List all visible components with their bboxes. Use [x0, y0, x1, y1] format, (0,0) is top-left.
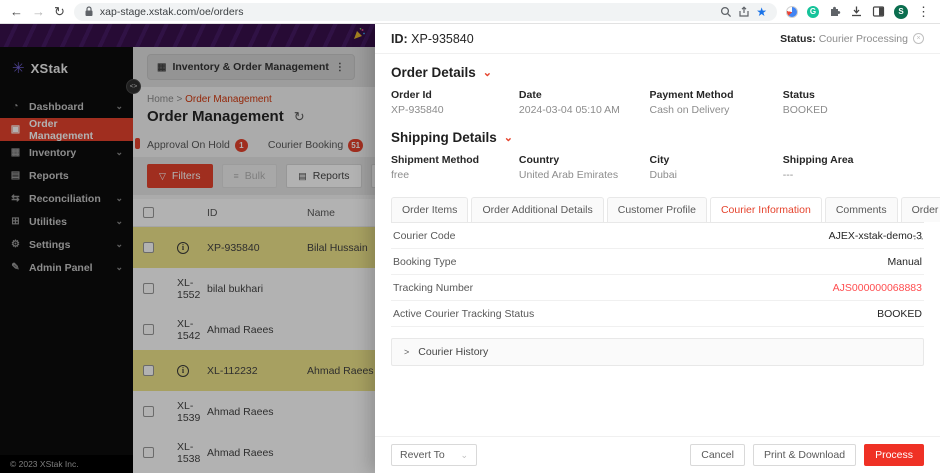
field-label: Status [782, 89, 815, 101]
drawer-tab[interactable]: Comments [824, 197, 898, 222]
shipping-details-fields: Shipment Method free Country United Arab… [391, 154, 924, 181]
revert-to-select[interactable]: Revert To ⌄ [391, 444, 477, 466]
bookmark-star-icon[interactable]: ★ [756, 5, 767, 19]
order-details-fields: Order Id XP-935840 Date 2024-03-04 05:10… [391, 89, 924, 116]
browser-back-icon[interactable]: ← [10, 5, 23, 18]
browser-forward-icon[interactable]: → [32, 5, 45, 18]
drawer-footer: Revert To ⌄ Cancel Print & Download Proc… [375, 436, 940, 473]
field-value: BOOKED [782, 104, 828, 116]
lock-icon [84, 6, 94, 17]
zoom-icon[interactable] [720, 6, 732, 18]
field-label: Shipment Method [391, 154, 480, 166]
field-label: City [649, 154, 670, 166]
field-label: Order Id [391, 89, 432, 101]
courier-info-row: Active Courier Tracking Status BOOKED [391, 301, 924, 327]
detail-field: Shipment Method free [391, 154, 519, 181]
browser-chrome: ← → ↻ xap-stage.xstak.com/oe/orders ★ G … [0, 0, 940, 24]
grammarly-icon[interactable]: G [807, 5, 819, 18]
courier-history-panel[interactable]: > Courier History [391, 338, 924, 366]
extensions-puzzle-icon[interactable] [828, 5, 841, 18]
app-window: ✳ XStak ◔ Dashboard ⌄ ▣ Order Management… [0, 24, 940, 473]
courier-field-value: BOOKED [877, 308, 922, 320]
order-id-label: ID: [391, 31, 408, 46]
drawer-tab[interactable]: Order Additional Details [471, 197, 604, 222]
courier-field-label: Tracking Number [393, 282, 474, 294]
url-text[interactable]: xap-stage.xstak.com/oe/orders [100, 6, 714, 18]
status-value: Courier Processing [818, 32, 908, 45]
courier-history-label: Courier History [418, 346, 489, 358]
address-bar[interactable]: xap-stage.xstak.com/oe/orders ★ [73, 2, 777, 21]
order-detail-drawer: ID: XP-935840 Status: Courier Processing… [375, 24, 940, 473]
drawer-tabs: Order Items Order Additional Details Cus… [391, 197, 940, 223]
profile-avatar[interactable]: S [894, 4, 908, 19]
drawer-tab[interactable]: Courier Information [709, 197, 822, 222]
detail-field: Country United Arab Emirates [519, 154, 650, 181]
courier-field-label: Courier Code [393, 230, 456, 242]
courier-field-value: Manual [887, 256, 922, 268]
field-value: Cash on Delivery [649, 104, 730, 116]
order-details-title: Order Details [391, 65, 476, 80]
cancel-button[interactable]: Cancel [690, 444, 745, 466]
detail-field: Date 2024-03-04 05:10 AM [519, 89, 650, 116]
courier-field-value: AJEX-xstak-demo-3 [828, 230, 922, 242]
courier-info-row: Booking Type Manual [391, 249, 924, 275]
courier-info-list: Courier Code AJEX-xstak-demo-3 Booking T… [391, 223, 924, 327]
share-icon[interactable] [738, 5, 750, 18]
order-id-value: XP-935840 [411, 31, 474, 46]
detail-field: Shipping Area --- [783, 154, 924, 181]
drawer-mask[interactable] [0, 24, 375, 473]
panel-chevron-icon: > [404, 347, 410, 357]
field-value: Dubai [649, 169, 677, 181]
drawer-tab[interactable]: Customer Profile [606, 197, 707, 222]
drawer-tab[interactable]: Order History [900, 197, 940, 222]
select-chevron-icon: ⌄ [460, 449, 468, 460]
status-clear-icon[interactable]: × [913, 33, 924, 44]
detail-field: City Dubai [649, 154, 782, 181]
detail-field: Order Id XP-935840 [391, 89, 519, 116]
drawer-body: Order Details ⌄ Order Id XP-935840 Date … [375, 54, 940, 436]
detail-field: Payment Method Cash on Delivery [649, 89, 782, 116]
courier-info-row: Courier Code AJEX-xstak-demo-3 [391, 223, 924, 249]
field-label: Shipping Area [782, 154, 854, 166]
tabs-more-icon[interactable]: ⋯ [909, 232, 926, 251]
drawer-tab[interactable]: Order Items [391, 197, 469, 222]
courier-field-label: Booking Type [393, 256, 457, 268]
downloads-icon[interactable] [850, 5, 863, 18]
field-value: United Arab Emirates [518, 169, 619, 181]
process-button[interactable]: Process [864, 444, 924, 466]
browser-menu-icon[interactable]: ⋮ [917, 5, 930, 18]
shipping-details-title: Shipping Details [391, 130, 497, 145]
drawer-header: ID: XP-935840 Status: Courier Processing… [375, 24, 940, 54]
field-value: free [391, 169, 410, 181]
courier-field-value: AJS000000068883 [832, 282, 922, 294]
side-panel-icon[interactable] [872, 5, 885, 18]
courier-field-label: Active Courier Tracking Status [393, 308, 535, 320]
field-value: --- [782, 169, 794, 181]
status-label: Status: [780, 32, 816, 45]
field-label: Date [518, 89, 542, 101]
courier-info-row: Tracking Number AJS000000068883 [391, 275, 924, 301]
field-value: 2024-03-04 05:10 AM [518, 104, 620, 116]
detail-field: Status BOOKED [783, 89, 924, 116]
print-download-button[interactable]: Print & Download [752, 444, 857, 466]
browser-reload-icon[interactable]: ↻ [54, 5, 65, 18]
field-label: Country [518, 154, 560, 166]
section-collapse-icon[interactable]: ⌄ [483, 66, 492, 79]
field-label: Payment Method [649, 89, 734, 101]
field-value: XP-935840 [391, 104, 444, 116]
extension-circle-icon[interactable] [786, 5, 798, 18]
revert-to-label: Revert To [400, 449, 445, 461]
section-collapse-icon[interactable]: ⌄ [504, 131, 513, 144]
